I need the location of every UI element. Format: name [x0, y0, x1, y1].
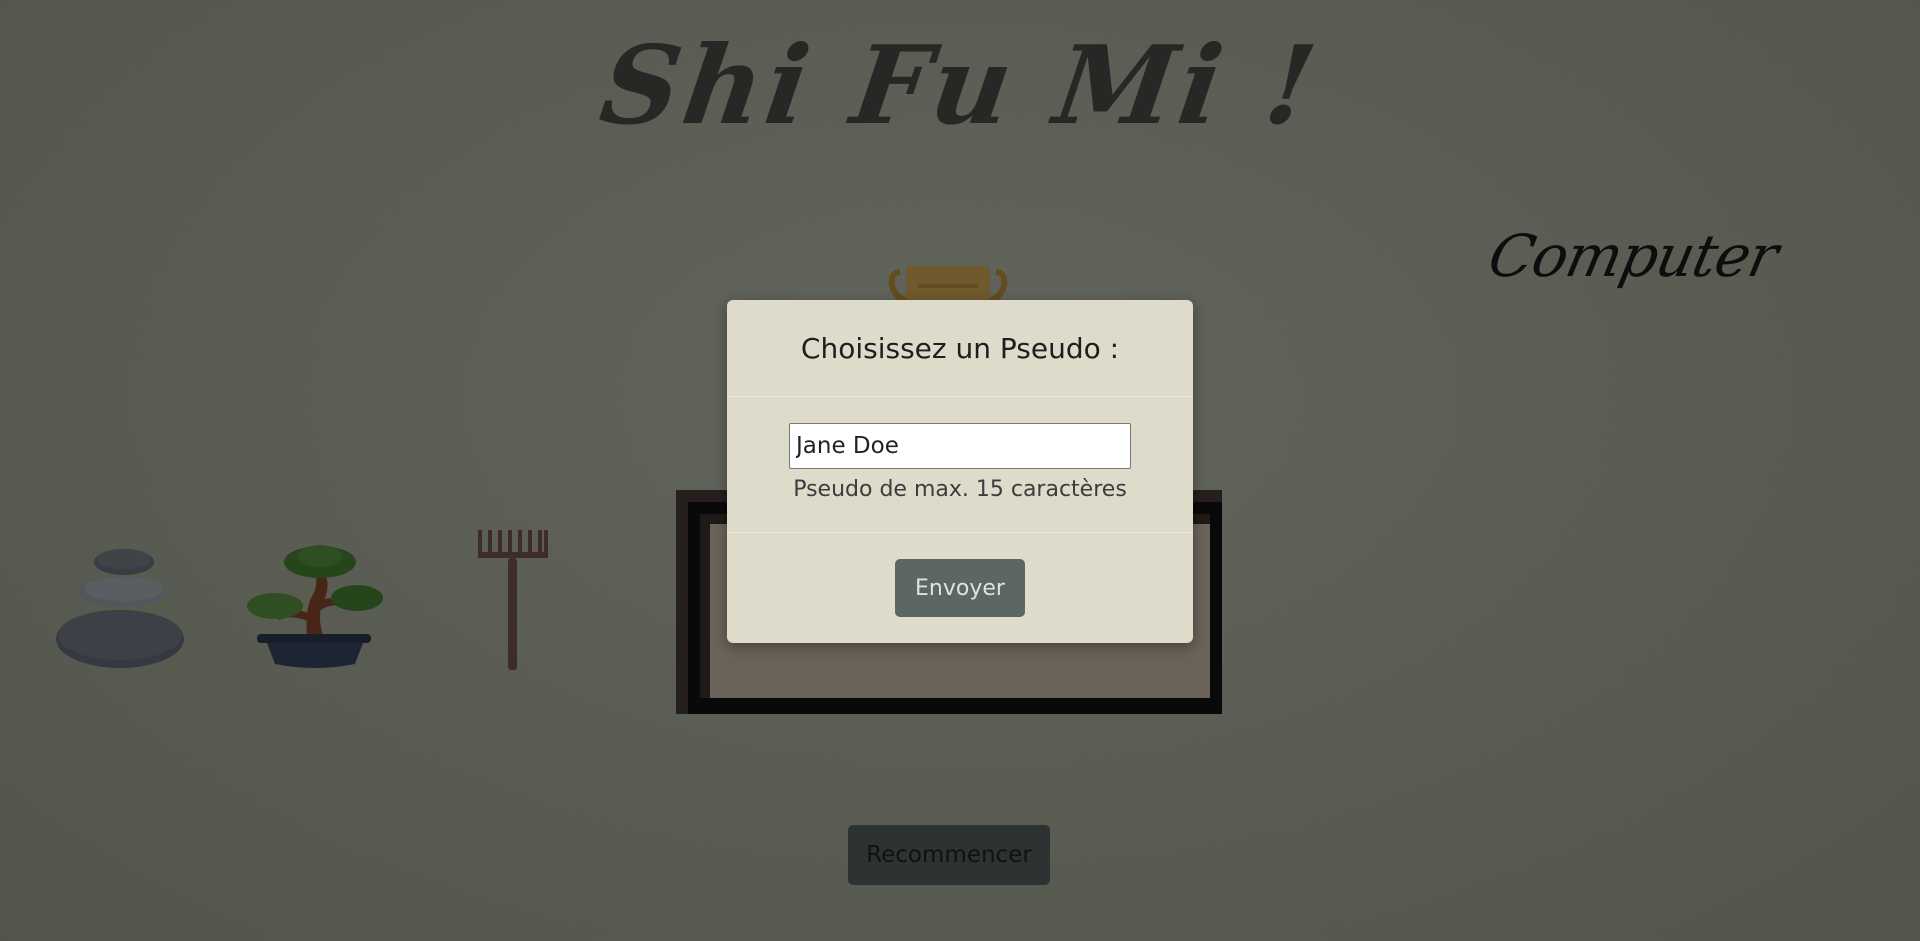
modal-header: Choisissez un Pseudo : — [727, 300, 1193, 397]
modal-body: Pseudo de max. 15 caractères — [727, 397, 1193, 533]
modal-footer: Envoyer — [727, 533, 1193, 643]
send-button[interactable]: Envoyer — [895, 559, 1025, 617]
pseudo-modal: Choisissez un Pseudo : Pseudo de max. 15… — [727, 300, 1193, 643]
pseudo-hint: Pseudo de max. 15 caractères — [793, 477, 1127, 502]
modal-title: Choisissez un Pseudo : — [800, 331, 1120, 365]
pseudo-input[interactable] — [789, 423, 1131, 469]
